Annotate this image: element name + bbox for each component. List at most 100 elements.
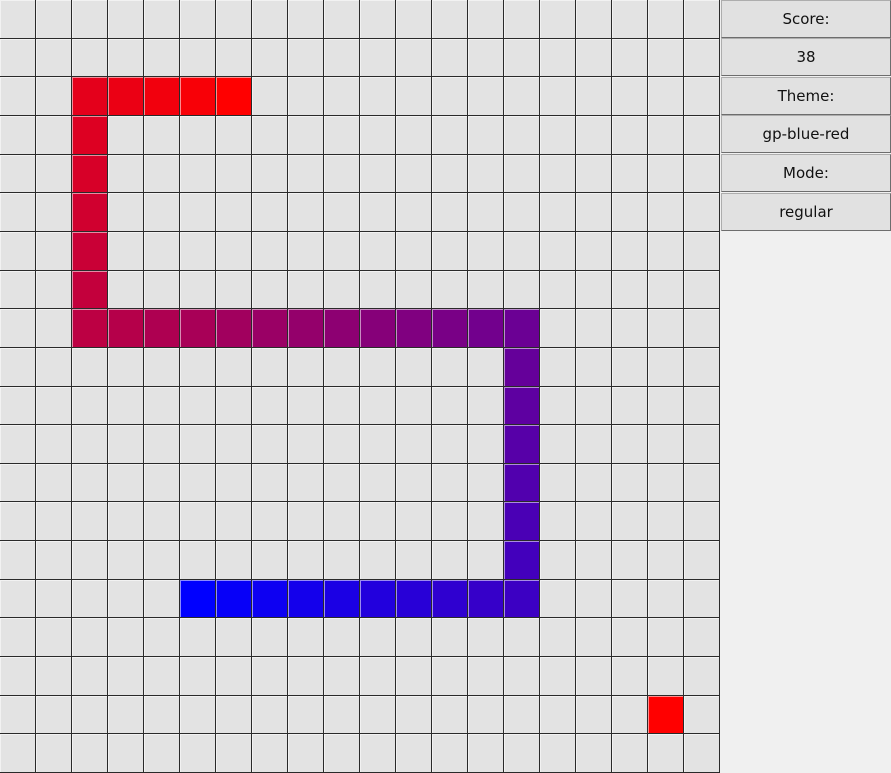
board-cell bbox=[576, 580, 612, 618]
board-cell bbox=[612, 387, 648, 425]
board-cell bbox=[648, 387, 684, 425]
board-cell bbox=[540, 425, 576, 464]
board-cell bbox=[684, 271, 720, 309]
board-cell bbox=[684, 425, 720, 464]
board-cell bbox=[684, 657, 720, 696]
board-cell bbox=[324, 155, 360, 193]
board-cell bbox=[432, 77, 468, 116]
board-cell bbox=[468, 271, 504, 309]
board-cell bbox=[324, 425, 360, 464]
board-cell bbox=[396, 425, 432, 464]
board-cell bbox=[612, 309, 648, 348]
board-cell bbox=[324, 193, 360, 232]
board-cell bbox=[0, 387, 36, 425]
board-cell bbox=[540, 309, 576, 348]
board-cell bbox=[468, 77, 504, 116]
snake-segment bbox=[504, 502, 540, 541]
board-cell bbox=[180, 696, 216, 734]
board-cell bbox=[180, 657, 216, 696]
board-cell bbox=[648, 309, 684, 348]
board-cell bbox=[468, 387, 504, 425]
board-cell bbox=[504, 77, 540, 116]
board-cell bbox=[324, 232, 360, 271]
board-cell bbox=[324, 348, 360, 387]
board-cell bbox=[36, 502, 72, 541]
board-cell bbox=[648, 541, 684, 580]
board-cell bbox=[72, 348, 108, 387]
board-cell bbox=[36, 657, 72, 696]
board-cell bbox=[72, 0, 108, 39]
board-cell bbox=[396, 39, 432, 77]
board-cell bbox=[684, 155, 720, 193]
board-cell bbox=[684, 734, 720, 773]
board-cell bbox=[216, 541, 252, 580]
board-cell bbox=[648, 0, 684, 39]
snake-segment bbox=[72, 232, 108, 271]
board-cell bbox=[72, 696, 108, 734]
board-cell bbox=[108, 348, 144, 387]
board-cell bbox=[0, 0, 36, 39]
board-cell bbox=[252, 502, 288, 541]
board-cell bbox=[216, 734, 252, 773]
board-cell bbox=[108, 387, 144, 425]
board-cell bbox=[504, 734, 540, 773]
board-cell bbox=[252, 464, 288, 502]
board-cell bbox=[36, 39, 72, 77]
board-cell bbox=[108, 39, 144, 77]
board-cell bbox=[144, 39, 180, 77]
board-cell bbox=[144, 425, 180, 464]
board-cell bbox=[360, 657, 396, 696]
board-cell bbox=[0, 657, 36, 696]
board-cell bbox=[252, 232, 288, 271]
board-cell bbox=[288, 348, 324, 387]
board-cell bbox=[324, 541, 360, 580]
theme-value: gp-blue-red bbox=[721, 115, 891, 153]
board-cell bbox=[36, 348, 72, 387]
board-cell bbox=[324, 502, 360, 541]
board-cell bbox=[576, 271, 612, 309]
board-cell bbox=[36, 232, 72, 271]
board-cell bbox=[396, 657, 432, 696]
board-cell bbox=[396, 232, 432, 271]
board-cell bbox=[180, 348, 216, 387]
board-cell bbox=[612, 232, 648, 271]
info-sidebar: Score: 38 Theme: gp-blue-red Mode: regul… bbox=[721, 0, 891, 773]
board-cell bbox=[36, 425, 72, 464]
board-cell bbox=[684, 232, 720, 271]
snake-segment bbox=[504, 464, 540, 502]
board-cell bbox=[648, 232, 684, 271]
board-cell bbox=[324, 618, 360, 657]
board-cell bbox=[72, 464, 108, 502]
board-cell bbox=[360, 502, 396, 541]
board-cell bbox=[144, 193, 180, 232]
board-cell bbox=[396, 464, 432, 502]
board-cell bbox=[180, 541, 216, 580]
board-cell bbox=[648, 657, 684, 696]
board-cell bbox=[252, 77, 288, 116]
board-cell bbox=[180, 0, 216, 39]
board-cell bbox=[0, 116, 36, 155]
board-cell bbox=[144, 271, 180, 309]
board-cell bbox=[360, 348, 396, 387]
board-cell bbox=[576, 155, 612, 193]
board-cell bbox=[396, 77, 432, 116]
board-cell bbox=[684, 309, 720, 348]
board-cell bbox=[216, 425, 252, 464]
score-label: Score: bbox=[721, 0, 891, 38]
board-cell bbox=[180, 39, 216, 77]
board-cell bbox=[576, 232, 612, 271]
board-cell bbox=[504, 657, 540, 696]
board-cell bbox=[144, 580, 180, 618]
board-cell bbox=[324, 657, 360, 696]
board-cell bbox=[540, 696, 576, 734]
board-cell bbox=[288, 0, 324, 39]
board-cell bbox=[360, 232, 396, 271]
board-cell bbox=[576, 696, 612, 734]
board-cell bbox=[612, 541, 648, 580]
board-cell bbox=[468, 502, 504, 541]
board-cell bbox=[576, 618, 612, 657]
board-cell bbox=[36, 696, 72, 734]
board-cell bbox=[648, 502, 684, 541]
board-cell bbox=[324, 464, 360, 502]
board-cell bbox=[72, 502, 108, 541]
